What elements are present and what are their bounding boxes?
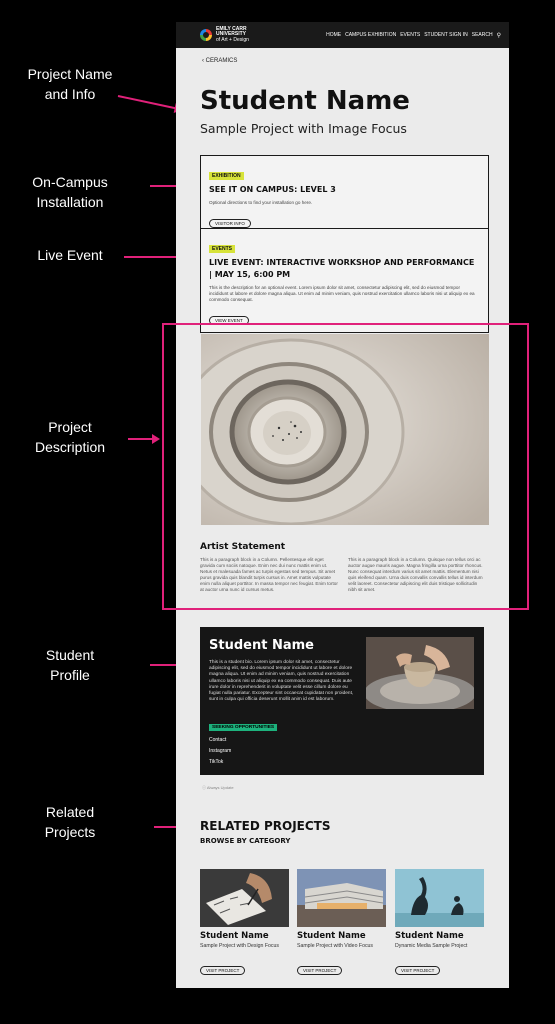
pottery-wheel-image bbox=[366, 637, 474, 709]
profile-bio: This is a student bio. Lorem ipsum dolor… bbox=[209, 660, 354, 703]
arrow-project-description bbox=[128, 434, 160, 444]
annotation-on-campus: On-Campus Installation bbox=[32, 174, 108, 210]
logo-ring-icon bbox=[200, 29, 212, 41]
student-profile-card: Student Name This is a student bio. Lore… bbox=[200, 627, 484, 775]
exhibition-card: EXHIBITION SEE IT ON CAMPUS: LEVEL 3 Opt… bbox=[200, 155, 489, 236]
profile-link-tiktok[interactable]: TikTok bbox=[209, 759, 223, 765]
related-name: Student Name bbox=[395, 931, 464, 941]
related-desc: Dynamic Media Sample Project bbox=[395, 943, 468, 949]
event-text: This is the description for an optional … bbox=[209, 285, 475, 302]
visitor-info-button[interactable]: VISITOR INFO bbox=[209, 219, 251, 228]
update-note: ⓘ Always Update bbox=[202, 785, 234, 790]
nav-search[interactable]: SEARCH bbox=[472, 32, 493, 39]
related-name: Student Name bbox=[297, 931, 366, 941]
event-card: EVENTS LIVE EVENT: INTERACTIVE WORKSHOP … bbox=[200, 228, 489, 333]
page-title: Student Name bbox=[200, 86, 410, 116]
top-nav-bar: EMILY CARR UNIVERSITY of Art + Design HO… bbox=[176, 22, 509, 48]
nav-campus-exhibition[interactable]: CAMPUS EXHIBITION bbox=[345, 32, 396, 39]
profile-link-contact[interactable]: Contact bbox=[209, 737, 226, 743]
related-thumb-dynamic-media bbox=[395, 869, 484, 927]
annotation-project-name: Project Name and Info bbox=[27, 66, 113, 102]
annotation-live-event: Live Event bbox=[37, 247, 103, 263]
nav-student-sign-in[interactable]: STUDENT SIGN IN bbox=[424, 32, 468, 39]
breadcrumb[interactable]: ‹ CERAMICS bbox=[202, 58, 237, 64]
event-tag: EVENTS bbox=[209, 245, 236, 253]
annotation-project-description: Project Description bbox=[34, 419, 106, 455]
visit-project-button[interactable]: VISIT PROJECT bbox=[200, 966, 246, 975]
university-logo[interactable]: EMILY CARR UNIVERSITY of Art + Design bbox=[200, 26, 249, 44]
exhibition-tag: EXHIBITION bbox=[209, 172, 244, 180]
page-subtitle: Sample Project with Image Focus bbox=[200, 121, 407, 136]
annotation-student-profile: Student Profile bbox=[45, 647, 95, 683]
related-desc: Sample Project with Video Focus bbox=[297, 943, 374, 949]
related-project-card[interactable]: Student Name Sample Project with Video F… bbox=[297, 869, 386, 976]
profile-link-instagram[interactable]: Instagram bbox=[209, 748, 231, 754]
related-projects-heading: RELATED PROJECTS bbox=[200, 819, 331, 833]
search-icon[interactable]: ⚲ bbox=[497, 32, 501, 39]
info-icon: ⓘ bbox=[202, 785, 206, 790]
related-name: Student Name bbox=[200, 931, 269, 941]
browse-by-category[interactable]: BROWSE BY CATEGORY bbox=[200, 837, 290, 845]
related-project-card[interactable]: Student Name Dynamic Media Sample Projec… bbox=[395, 869, 484, 976]
nav-events[interactable]: EVENTS bbox=[400, 32, 420, 39]
event-heading: LIVE EVENT: INTERACTIVE WORKSHOP AND PER… bbox=[209, 258, 475, 279]
profile-name: Student Name bbox=[209, 638, 314, 653]
main-nav: HOME CAMPUS EXHIBITION EVENTS STUDENT SI… bbox=[326, 32, 501, 39]
project-description-highlight bbox=[162, 323, 529, 610]
visit-project-button[interactable]: VISIT PROJECT bbox=[395, 966, 441, 975]
exhibition-heading: SEE IT ON CAMPUS: LEVEL 3 bbox=[209, 185, 336, 194]
related-project-card[interactable]: Student Name Sample Project with Design … bbox=[200, 869, 289, 976]
seeking-opportunities-badge: SEEKING OPPORTUNITIES bbox=[209, 724, 278, 731]
visit-project-button[interactable]: VISIT PROJECT bbox=[297, 966, 343, 975]
related-desc: Sample Project with Design Focus bbox=[200, 943, 279, 949]
annotation-related-projects: Related Projects bbox=[44, 804, 96, 840]
nav-home[interactable]: HOME bbox=[326, 32, 341, 39]
related-thumb-design bbox=[200, 869, 289, 927]
exhibition-text: Optional directions to find your install… bbox=[209, 200, 313, 205]
chevron-left-icon: ‹ bbox=[202, 58, 204, 64]
related-thumb-video bbox=[297, 869, 386, 927]
